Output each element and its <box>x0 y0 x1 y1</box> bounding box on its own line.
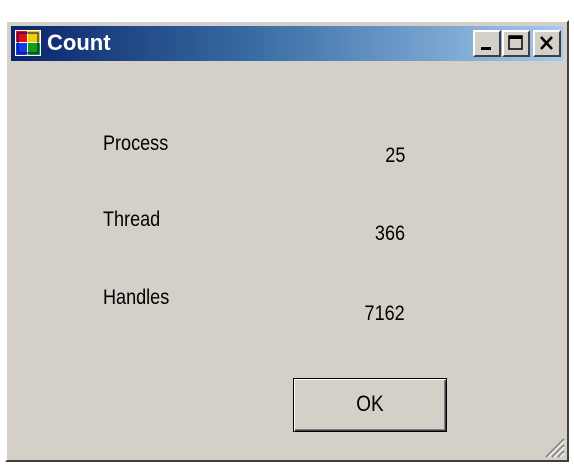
title-bar[interactable]: Count <box>11 26 563 61</box>
thread-label: Thread <box>103 208 161 231</box>
close-icon <box>540 36 553 50</box>
process-label: Process <box>103 132 169 155</box>
ok-button-label: OK <box>356 391 384 416</box>
app-icon <box>15 30 41 56</box>
minimize-button[interactable] <box>473 30 501 57</box>
process-value: 25 <box>384 144 405 167</box>
window-title: Count <box>47 30 111 55</box>
ok-button[interactable]: OK <box>293 378 447 432</box>
resize-grip-icon[interactable] <box>543 436 565 458</box>
handles-label: Handles <box>103 286 170 309</box>
maximize-icon <box>508 35 523 50</box>
count-window: Count Process 25 Thread 366 Handles 7162… <box>5 20 569 462</box>
thread-value: 366 <box>374 222 405 245</box>
minimize-icon <box>481 47 491 50</box>
maximize-button[interactable] <box>502 30 530 57</box>
handles-value: 7162 <box>364 302 405 325</box>
close-button[interactable] <box>533 30 561 57</box>
